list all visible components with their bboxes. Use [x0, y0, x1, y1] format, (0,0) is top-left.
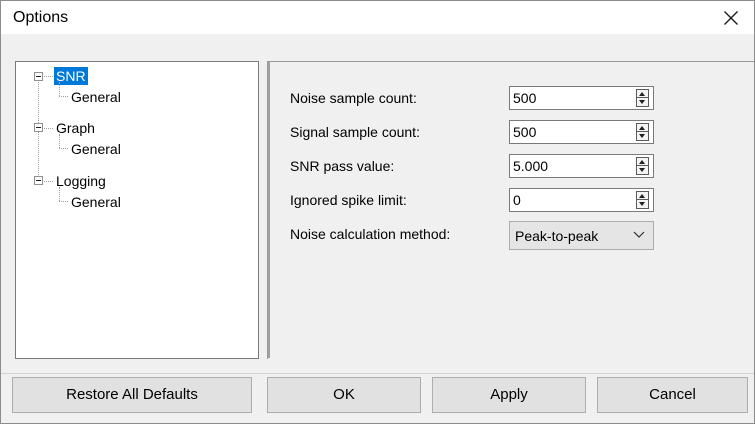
settings-panel: Noise sample count: 500 Signal sample co…	[267, 61, 754, 359]
noise-calc-method-label: Noise calculation method:	[290, 226, 451, 242]
noise-sample-count-label: Noise sample count:	[290, 90, 417, 106]
collapse-graph-icon[interactable]	[34, 123, 43, 132]
options-dialog: Options SNR General Graph General Loggin…	[0, 0, 755, 424]
spin-down-icon[interactable]	[637, 166, 648, 174]
window-title: Options	[13, 9, 69, 26]
tree-connector	[59, 187, 60, 201]
tree-connector	[59, 148, 68, 149]
collapse-snr-icon[interactable]	[34, 72, 43, 81]
tree-connector	[59, 82, 60, 96]
snr-pass-value-value: 5.000	[513, 158, 549, 174]
ok-button[interactable]: OK	[267, 377, 421, 413]
noise-sample-count-value: 500	[513, 90, 537, 106]
ignored-spike-limit-label: Ignored spike limit:	[290, 192, 407, 208]
options-tree[interactable]: SNR General Graph General Logging Genera…	[15, 61, 259, 359]
cancel-button[interactable]: Cancel	[597, 377, 748, 413]
collapse-logging-icon[interactable]	[34, 176, 43, 185]
panel-border	[268, 62, 270, 358]
chevron-down-icon	[633, 231, 645, 238]
tree-item-label: Graph	[56, 120, 95, 136]
title-bar: Options	[1, 1, 754, 34]
spin-up-icon[interactable]	[637, 124, 648, 132]
tree-connector	[59, 96, 68, 97]
close-button[interactable]	[708, 1, 754, 34]
tree-item-label: General	[71, 141, 121, 157]
spin-up-icon[interactable]	[637, 90, 648, 98]
tree-connector	[44, 181, 53, 182]
spin-up-icon[interactable]	[637, 192, 648, 200]
tree-connector	[59, 134, 60, 148]
close-icon	[724, 11, 738, 25]
noise-calc-method-value: Peak-to-peak	[515, 228, 599, 244]
noise-calc-method-select[interactable]: Peak-to-peak	[509, 221, 654, 250]
tree-connector	[59, 201, 68, 202]
signal-sample-count-value: 500	[513, 124, 537, 140]
spin-down-icon[interactable]	[637, 200, 648, 208]
restore-defaults-button[interactable]: Restore All Defaults	[12, 377, 252, 413]
signal-sample-count-spinner[interactable]	[636, 123, 649, 141]
spin-down-icon[interactable]	[637, 98, 648, 106]
ignored-spike-limit-spinner[interactable]	[636, 191, 649, 209]
snr-pass-value-spinner[interactable]	[636, 157, 649, 175]
footer-separator	[1, 373, 754, 374]
tree-item-label: General	[71, 89, 121, 105]
dialog-client-area: SNR General Graph General Logging Genera…	[1, 34, 754, 423]
tree-connector	[44, 128, 53, 129]
spin-down-icon[interactable]	[637, 132, 648, 140]
spin-up-icon[interactable]	[637, 158, 648, 166]
ignored-spike-limit-value: 0	[513, 192, 521, 208]
signal-sample-count-label: Signal sample count:	[290, 124, 420, 140]
noise-sample-count-input[interactable]: 500	[509, 86, 654, 110]
tree-item-label: General	[71, 194, 121, 210]
snr-pass-value-label: SNR pass value:	[290, 158, 395, 174]
ignored-spike-limit-input[interactable]: 0	[509, 188, 654, 212]
tree-connector	[44, 76, 53, 77]
noise-sample-count-spinner[interactable]	[636, 89, 649, 107]
signal-sample-count-input[interactable]: 500	[509, 120, 654, 144]
tree-item-label: Logging	[56, 173, 106, 189]
apply-button[interactable]: Apply	[432, 377, 586, 413]
snr-pass-value-input[interactable]: 5.000	[509, 154, 654, 178]
